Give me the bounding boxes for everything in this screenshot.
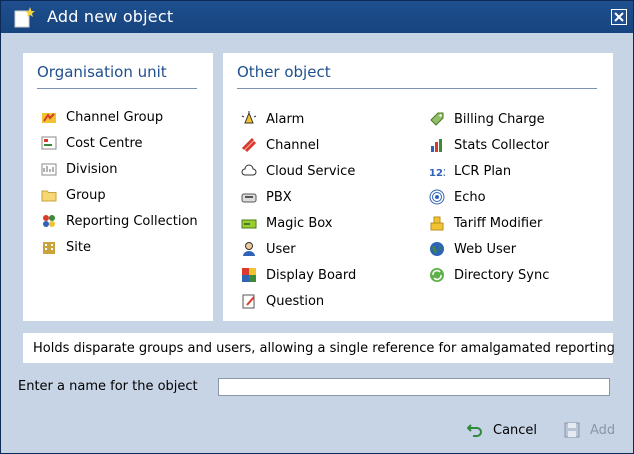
other-item-billing-charge[interactable]: Billing Charge [429, 109, 545, 129]
other-item-label: PBX [266, 189, 292, 205]
dialog-title: Add new object [47, 7, 174, 26]
other-item-label: Magic Box [266, 215, 333, 231]
other-item-display-board[interactable]: Display Board [241, 265, 356, 285]
heading-divider [237, 88, 597, 89]
other-item-label: Display Board [266, 267, 357, 283]
org-item-label: Cost Centre [66, 135, 143, 151]
other-object-panel: Other object Alarm Channel Cloud Service… [223, 53, 613, 321]
add-button-label: Add [590, 422, 616, 438]
folder-icon [41, 190, 57, 202]
alarm-icon [241, 111, 257, 124]
other-item-label: Stats Collector [454, 137, 550, 153]
org-item-label: Group [66, 187, 106, 203]
org-item-site[interactable]: Site [41, 237, 91, 257]
other-item-label: Alarm [266, 111, 305, 127]
other-item-user[interactable]: User [241, 239, 296, 259]
stats-collector-icon [431, 139, 442, 152]
user-icon [243, 242, 255, 256]
other-item-tariff-modifier[interactable]: Tariff Modifier [429, 213, 542, 233]
org-item-label: Channel Group [66, 109, 164, 125]
other-item-label: Web User [454, 241, 517, 257]
title-bar[interactable]: Add new object [1, 1, 633, 33]
other-item-channel[interactable]: Channel [241, 135, 319, 155]
cost-centre-icon [41, 136, 57, 150]
organisation-unit-heading: Organisation unit [37, 63, 167, 81]
close-icon [614, 12, 624, 22]
magic-box-icon [241, 219, 257, 229]
tariff-modifier-icon [430, 216, 444, 231]
other-item-echo[interactable]: Echo [429, 187, 486, 207]
heading-divider [37, 88, 197, 89]
pbx-icon [241, 193, 257, 203]
org-item-channel-group[interactable]: Channel Group [41, 107, 163, 127]
name-field-label: Enter a name for the object [18, 379, 198, 394]
display-board-icon [242, 268, 256, 282]
org-item-label: Division [66, 161, 118, 177]
other-item-label: Channel [266, 137, 320, 153]
other-item-cloud-service[interactable]: Cloud Service [241, 161, 355, 181]
other-item-label: Tariff Modifier [454, 215, 543, 231]
directory-sync-icon [430, 268, 444, 282]
new-object-icon [14, 7, 35, 28]
other-item-question[interactable]: Question [241, 291, 324, 311]
save-disk-icon [564, 422, 580, 438]
object-name-input[interactable] [218, 378, 610, 396]
other-item-alarm[interactable]: Alarm [241, 109, 304, 129]
cancel-button-label: Cancel [493, 422, 538, 438]
reporting-collection-icon [43, 215, 55, 227]
org-item-label: Reporting Collection [66, 213, 198, 229]
other-item-label: Billing Charge [454, 111, 545, 127]
add-object-dialog: Add new object Organisation unit Channel… [0, 0, 634, 454]
org-item-division[interactable]: Division [41, 159, 118, 179]
other-item-label: Cloud Service [266, 163, 356, 179]
other-object-heading: Other object [237, 63, 331, 81]
channel-group-icon [42, 113, 56, 123]
other-item-lcr-plan[interactable]: 123 LCR Plan [429, 161, 511, 181]
other-item-pbx[interactable]: PBX [241, 187, 292, 207]
other-item-label: LCR Plan [454, 163, 512, 179]
web-user-icon [430, 242, 444, 256]
other-item-web-user[interactable]: Web User [429, 239, 516, 259]
other-item-magic-box[interactable]: Magic Box [241, 213, 333, 233]
echo-icon [429, 189, 445, 205]
cloud-service-icon [241, 164, 257, 176]
other-item-directory-sync[interactable]: Directory Sync [429, 265, 549, 285]
cancel-button[interactable]: Cancel [467, 419, 537, 441]
undo-arrow-icon [467, 424, 482, 437]
billing-charge-icon [430, 112, 444, 126]
object-description: Holds disparate groups and users, allowi… [33, 341, 615, 356]
org-item-label: Site [66, 239, 91, 255]
org-item-reporting-collection[interactable]: Reporting Collection [41, 211, 198, 231]
lcr-plan-icon: 123 [429, 168, 445, 179]
channel-icon [241, 137, 257, 153]
svg-text:123: 123 [429, 168, 445, 179]
question-icon [242, 294, 255, 309]
other-item-stats-collector[interactable]: Stats Collector [429, 135, 549, 155]
other-item-label: User [266, 241, 296, 257]
close-button[interactable] [611, 9, 627, 25]
organisation-unit-panel: Organisation unit Channel Group Cost Cen… [23, 53, 213, 321]
other-item-label: Directory Sync [454, 267, 550, 283]
other-item-label: Question [266, 293, 325, 309]
org-item-group[interactable]: Group [41, 185, 106, 205]
division-icon [41, 163, 57, 176]
org-item-cost-centre[interactable]: Cost Centre [41, 133, 143, 153]
other-item-label: Echo [454, 189, 486, 205]
site-icon [43, 242, 55, 254]
add-button[interactable]: Add [564, 419, 615, 441]
description-box: Holds disparate groups and users, allowi… [23, 333, 615, 363]
